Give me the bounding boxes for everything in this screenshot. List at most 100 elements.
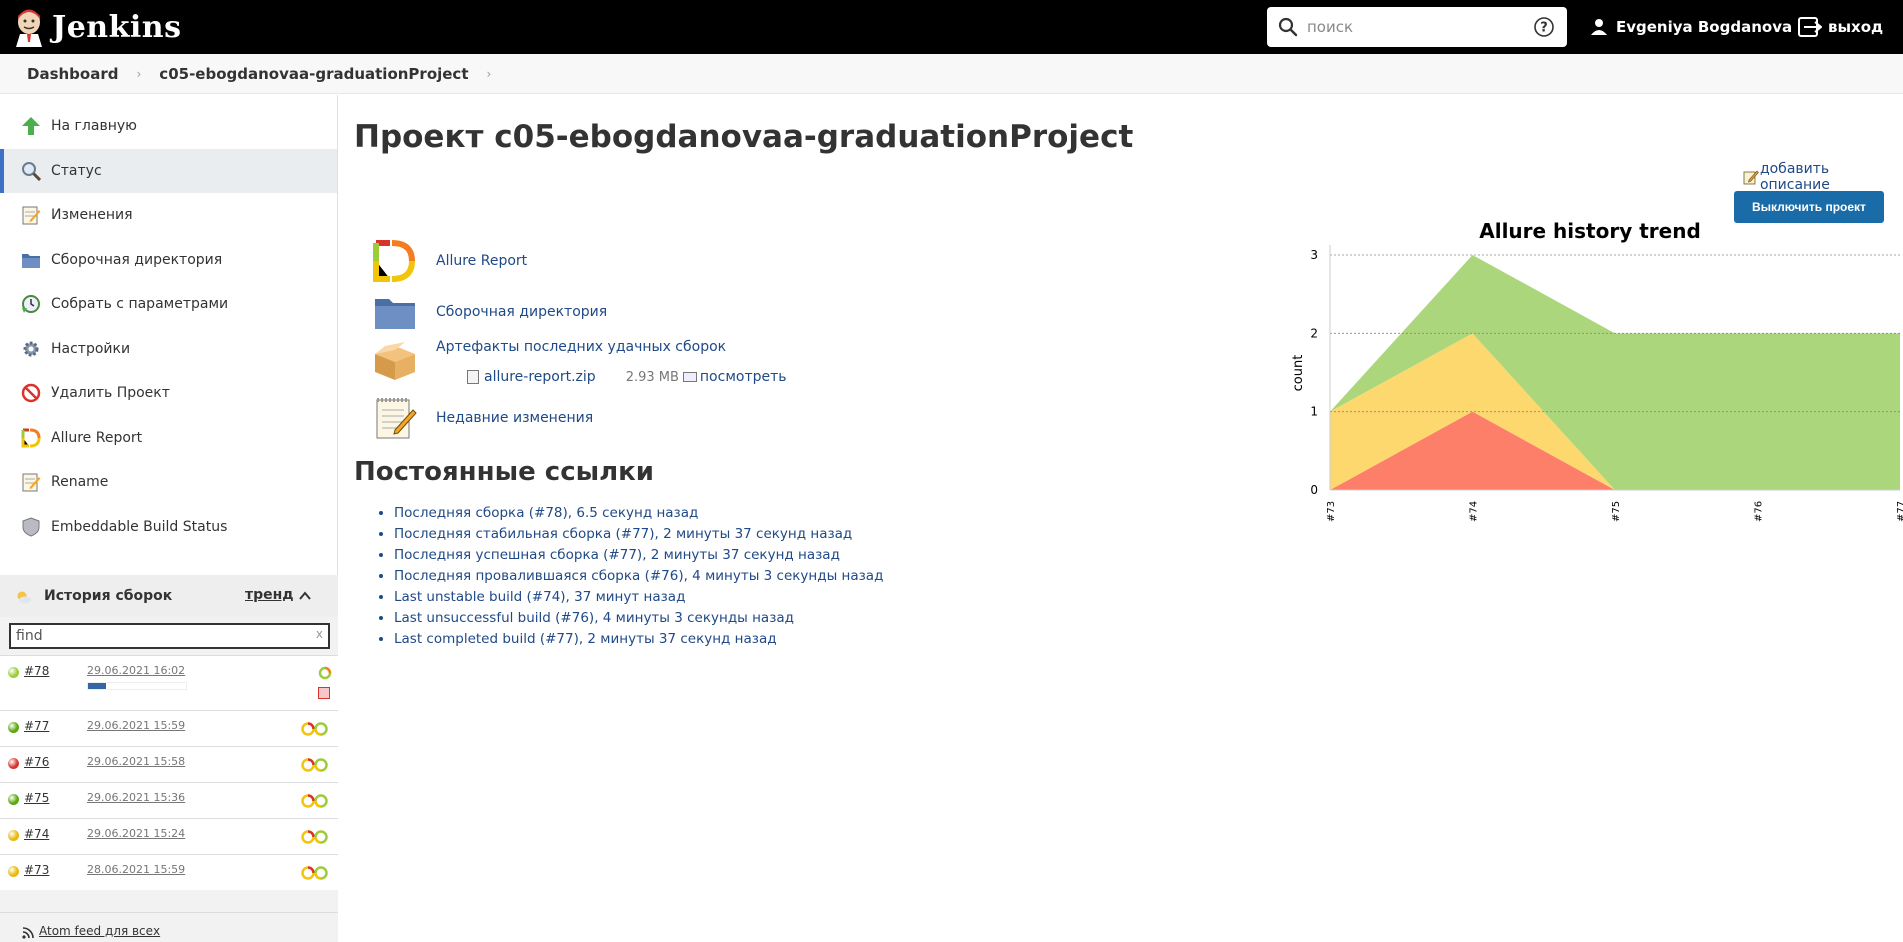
build-date-link[interactable]: 29.06.2021 15:24 <box>87 827 185 840</box>
sidebar-task[interactable]: Статус <box>0 148 337 193</box>
build-number-link[interactable]: #73 <box>24 863 49 877</box>
notepad-icon <box>371 395 419 441</box>
allure-icon[interactable] <box>318 666 332 683</box>
sidebar-task[interactable]: Allure Report <box>0 416 337 461</box>
sidebar-task-label: Allure Report <box>51 429 143 446</box>
sidebar-task[interactable]: Embeddable Build Status <box>0 505 337 550</box>
sidebar-task-label: Статус <box>51 162 102 179</box>
user-menu[interactable]: Evgeniya Bogdanova <box>1590 0 1792 54</box>
chart-y-tick-label: 1 <box>1310 405 1318 419</box>
sidebar-task[interactable]: Сборочная директория <box>0 238 337 283</box>
sidebar-task-label: На главную <box>51 118 137 135</box>
sidebar-task[interactable]: Настройки <box>0 327 337 372</box>
sidebar-tasks: На главную Статус Изменения Сборочная дирек… <box>0 95 337 549</box>
permalink-link[interactable]: Last unstable build (#74), 37 минут наза… <box>394 589 685 605</box>
main-link-label: Allure Report <box>436 253 528 269</box>
chart-x-tick-label: #77 <box>1896 501 1903 522</box>
artifact-view-link[interactable]: посмотреть <box>700 369 787 385</box>
artifact-file-link[interactable]: allure-report.zip <box>484 369 596 385</box>
sidebar-task[interactable]: Rename <box>0 460 337 505</box>
user-icon <box>1591 19 1607 35</box>
breadcrumb: Dashboard › c05-ebogdanovaa-graduationPr… <box>0 54 1903 94</box>
no-entry-icon <box>20 382 42 404</box>
jenkins-butler-icon <box>16 9 42 47</box>
sidebar-task[interactable]: Изменения <box>0 193 337 238</box>
view-icon <box>682 372 697 382</box>
search-box[interactable]: ? <box>1267 7 1567 47</box>
chart-title: Allure history trend <box>1479 219 1701 243</box>
permalink-link[interactable]: Last completed build (#77), 2 минуты 37 … <box>394 631 777 647</box>
build-date-link[interactable]: 29.06.2021 15:59 <box>87 719 185 732</box>
permalink-link[interactable]: Последняя сборка (#78), 6.5 секунд назад <box>394 505 698 521</box>
sidebar-task-label: Собрать с параметрами <box>51 296 229 313</box>
build-filter-input[interactable]: find x <box>9 623 330 649</box>
build-number-link[interactable]: #75 <box>24 791 49 805</box>
build-number-link[interactable]: #78 <box>24 664 49 678</box>
allure-icon[interactable] <box>300 865 330 884</box>
permalink-link[interactable]: Последняя провалившаяся сборка (#76), 4 … <box>394 568 883 584</box>
build-date-link[interactable]: 29.06.2021 16:02 <box>87 664 185 677</box>
build-history-panel: История сборок тренд find x #78 29.06.202… <box>0 575 338 942</box>
add-description-link[interactable]: добавить описание <box>1743 161 1903 193</box>
chart-x-tick-label: #74 <box>1469 501 1480 522</box>
permalink-link[interactable]: Last unsuccessful build (#76), 4 минуты … <box>394 610 794 626</box>
chevron-right-icon[interactable]: › <box>136 67 141 81</box>
edit-icon <box>1743 170 1759 185</box>
main-link-label: Недавние изменения <box>436 410 594 426</box>
notepad-icon <box>20 471 42 493</box>
main-content: Проект c05-ebogdanovaa-graduationProject… <box>354 95 1903 942</box>
main-link-allure-report[interactable]: Allure Report <box>371 238 527 284</box>
build-number-link[interactable]: #76 <box>24 755 49 769</box>
main-link-workspace[interactable]: Сборочная директория <box>371 289 607 335</box>
sidebar-task[interactable]: На главную <box>0 104 337 149</box>
logout-button[interactable]: выход <box>1798 0 1883 54</box>
build-status-icon <box>8 758 19 769</box>
permalink-item: Последняя сборка (#78), 6.5 секунд назад <box>394 503 883 524</box>
permalink-link[interactable]: Последняя стабильная сборка (#77), 2 мин… <box>394 526 852 542</box>
add-description-label: добавить описание <box>1759 161 1830 193</box>
jenkins-logo[interactable]: Jenkins <box>14 0 181 54</box>
build-date-link[interactable]: 28.06.2021 15:59 <box>87 863 185 876</box>
sidebar-task[interactable]: Собрать с параметрами <box>0 282 337 327</box>
build-number-link[interactable]: #74 <box>24 827 49 841</box>
breadcrumb-dashboard[interactable]: Dashboard <box>27 65 118 83</box>
main-link-changes[interactable]: Недавние изменения <box>371 395 593 441</box>
build-date-link[interactable]: 29.06.2021 15:36 <box>87 791 185 804</box>
atom-feed-link[interactable]: Atom feed для всех <box>39 924 160 938</box>
sidebar-task-label: Настройки <box>51 340 131 357</box>
chart-y-tick-label: 2 <box>1310 326 1318 340</box>
permalink-link[interactable]: Последняя успешная сборка (#77), 2 минут… <box>394 547 840 563</box>
build-history-title: История сборок <box>44 588 173 604</box>
allure-icon[interactable] <box>300 829 330 848</box>
user-name: Evgeniya Bogdanova <box>1616 18 1793 36</box>
chart-x-tick-label: #76 <box>1754 501 1765 522</box>
help-icon[interactable]: ? <box>1533 16 1555 38</box>
clear-filter-icon[interactable]: x <box>316 627 323 641</box>
permalink-item: Последняя успешная сборка (#77), 2 минут… <box>394 545 883 566</box>
allure-icon[interactable] <box>300 793 330 812</box>
chevron-right-icon[interactable]: › <box>487 67 492 81</box>
chart-x-tick-label: #75 <box>1611 501 1622 522</box>
allure-trend-chart[interactable]: Allure history trend count 0 1 2 3 #73 #74 #75 #7… <box>1290 218 1903 538</box>
chart-y-tick-label: 3 <box>1310 248 1318 262</box>
build-date-link[interactable]: 29.06.2021 15:58 <box>87 755 185 768</box>
build-row: #74 29.06.2021 15:24 <box>0 818 338 854</box>
allure-icon[interactable] <box>300 721 330 740</box>
sidebar-task-label: Embeddable Build Status <box>51 518 228 535</box>
stop-build-icon[interactable] <box>318 687 330 699</box>
breadcrumb-project[interactable]: c05-ebogdanovaa-graduationProject <box>159 65 468 83</box>
sidebar-task[interactable]: Удалить Проект <box>0 371 337 416</box>
build-progress-bar <box>87 682 187 690</box>
build-row: #77 29.06.2021 15:59 <box>0 710 338 746</box>
build-number-link[interactable]: #77 <box>24 719 49 733</box>
search-input[interactable] <box>1307 18 1517 36</box>
chevron-up-icon[interactable] <box>298 589 312 603</box>
magnifier-icon <box>20 160 42 182</box>
trend-link[interactable]: тренд <box>245 587 294 603</box>
build-status-icon <box>8 722 19 733</box>
allure-icon[interactable] <box>300 757 330 776</box>
sidebar-task-label: Сборочная директория <box>51 251 223 268</box>
permalinks-title: Постоянные ссылки <box>354 457 655 487</box>
permalink-item: Последняя провалившаяся сборка (#76), 4 … <box>394 566 883 587</box>
jenkins-logo-text: Jenkins <box>52 9 182 45</box>
